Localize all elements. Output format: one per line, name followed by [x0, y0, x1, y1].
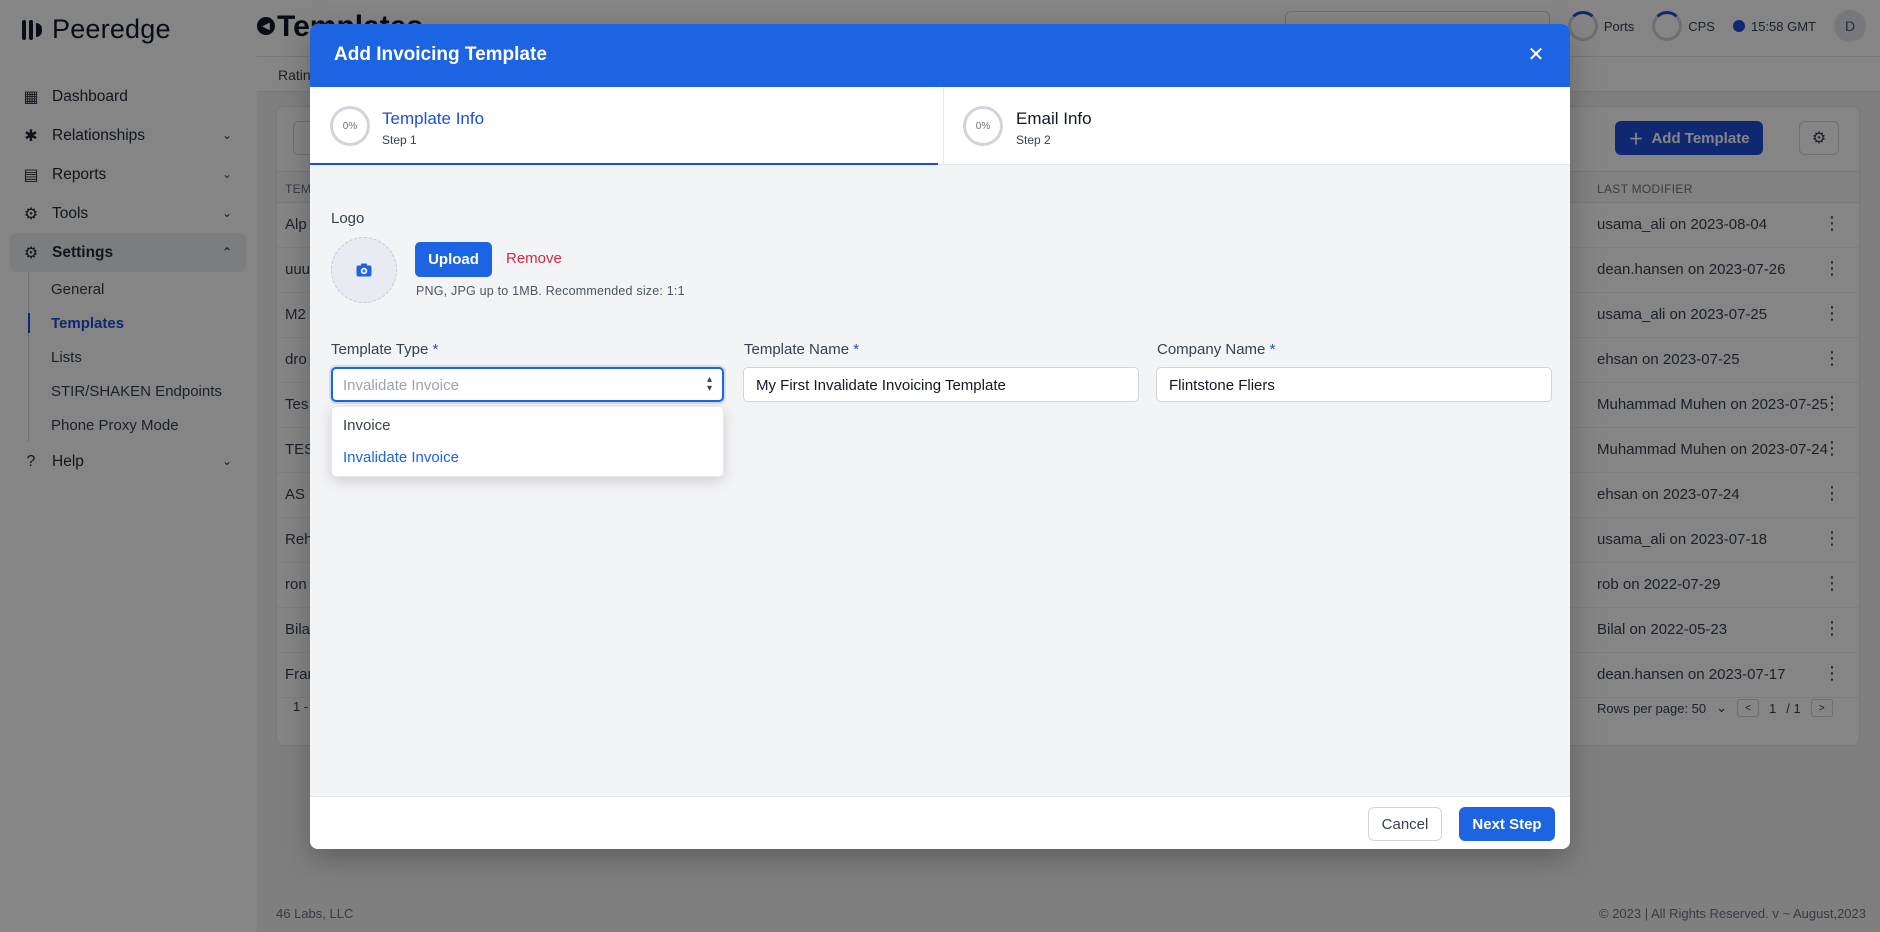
step-email-info[interactable]: 0% Email Info Step 2 [943, 87, 1570, 165]
template-name-input[interactable]: My First Invalidate Invoicing Template [743, 367, 1139, 402]
logo-placeholder[interactable] [331, 237, 397, 303]
cancel-button[interactable]: Cancel [1368, 807, 1442, 841]
template-name-label: Template Name * [744, 341, 859, 358]
option-invoice[interactable]: Invoice [343, 417, 391, 434]
camera-icon [356, 263, 372, 277]
modal-body: Logo Upload Remove PNG, JPG up to 1MB. R… [310, 165, 1570, 796]
template-type-select[interactable]: Invalidate Invoice ▴ ▾ [331, 367, 724, 402]
step-progress-ring: 0% [963, 106, 1003, 146]
modal-footer: Cancel Next Step [310, 796, 1570, 849]
option-invalidate-invoice[interactable]: Invalidate Invoice [343, 449, 459, 466]
template-type-value: Invalidate Invoice [343, 377, 459, 394]
close-icon[interactable]: ✕ [1524, 42, 1548, 66]
step-template-info[interactable]: 0% Template Info Step 1 [310, 87, 938, 165]
required-mark: * [1269, 341, 1276, 358]
step-subtitle: Step 2 [1016, 133, 1051, 147]
logo-label: Logo [331, 210, 365, 227]
step-progress-ring: 0% [330, 106, 370, 146]
template-name-label-text: Template Name [744, 341, 850, 358]
company-name-label-text: Company Name [1157, 341, 1266, 358]
template-type-label: Template Type * [331, 341, 438, 358]
step-title: Template Info [382, 109, 485, 128]
template-name-value: My First Invalidate Invoicing Template [756, 377, 1006, 394]
modal-header: Add Invoicing Template ✕ [310, 24, 1570, 87]
step-subtitle: Step 1 [382, 133, 417, 147]
upload-button[interactable]: Upload [415, 242, 492, 277]
step-title: Email Info [1016, 109, 1092, 128]
required-mark: * [853, 341, 860, 358]
company-name-value: Flintstone Fliers [1169, 377, 1275, 394]
remove-button[interactable]: Remove [506, 250, 562, 267]
template-type-dropdown: Invoice Invalidate Invoice [331, 406, 724, 477]
company-name-input[interactable]: Flintstone Fliers [1156, 367, 1552, 402]
add-invoicing-template-modal: Add Invoicing Template ✕ 0% Template Inf… [310, 24, 1570, 849]
logo-hint: PNG, JPG up to 1MB. Recommended size: 1:… [416, 284, 685, 298]
required-mark: * [432, 341, 439, 358]
stepper: 0% Template Info Step 1 0% Email Info St… [310, 87, 1570, 165]
company-name-label: Company Name * [1157, 341, 1275, 358]
template-type-label-text: Template Type [331, 341, 429, 358]
select-arrows-icon: ▴ ▾ [706, 374, 712, 394]
next-step-button[interactable]: Next Step [1459, 807, 1555, 841]
modal-title: Add Invoicing Template [334, 44, 547, 65]
